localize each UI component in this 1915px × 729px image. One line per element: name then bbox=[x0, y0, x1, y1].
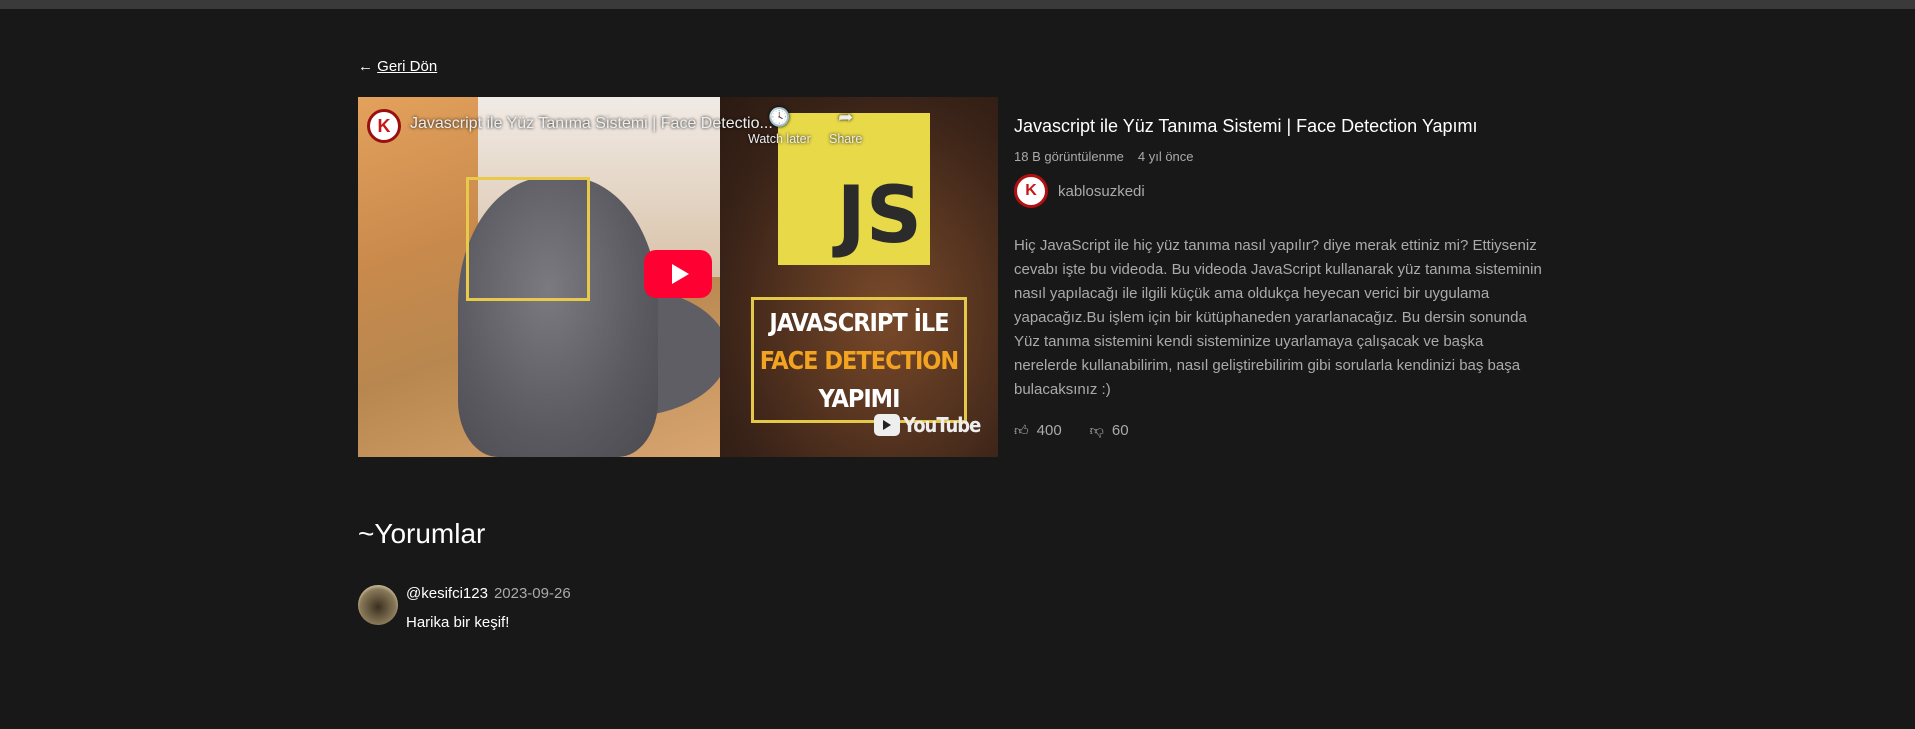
youtube-logo[interactable]: YouTube bbox=[874, 413, 981, 437]
video-meta: 18 B görüntülenme 4 yıl önce bbox=[1014, 149, 1554, 164]
caption-line: JAVASCRIPT İLE bbox=[769, 308, 949, 337]
caption-line: FACE DETECTION bbox=[759, 346, 960, 375]
thumbnail-caption: JAVASCRIPT İLE FACE DETECTION YAPIMI bbox=[751, 297, 967, 423]
browser-top-bar bbox=[0, 0, 1915, 9]
thumbs-up-icon[interactable]: 👍︎ bbox=[1014, 422, 1029, 439]
channel-name: kablosuzkedi bbox=[1058, 182, 1145, 200]
video-description: Hiç JavaScript ile hiç yüz tanıma nasıl … bbox=[1014, 237, 1542, 398]
like-count: 400 bbox=[1036, 422, 1062, 439]
youtube-play-icon bbox=[874, 414, 900, 436]
clock-icon: 🕓 bbox=[768, 107, 791, 127]
comment-item: @kesifci123 2023-09-26 Harika bir keşif! bbox=[358, 585, 571, 631]
player-channel-logo[interactable]: K bbox=[367, 109, 401, 143]
back-link[interactable]: ← Geri Dön bbox=[358, 58, 437, 75]
channel-avatar: K bbox=[1014, 174, 1048, 208]
video-title: Javascript ile Yüz Tanıma Sistemi | Face… bbox=[1014, 116, 1478, 136]
share-icon: ➦ bbox=[838, 107, 854, 127]
arrow-left-icon: ← bbox=[358, 58, 373, 75]
watch-later-button[interactable]: 🕓 Watch later bbox=[748, 107, 811, 146]
share-label: Share bbox=[829, 132, 863, 146]
video-info: Javascript ile Yüz Tanıma Sistemi | Face… bbox=[1014, 116, 1554, 439]
rating-bar: 👍︎ 400 👎︎ 60 bbox=[1014, 422, 1554, 439]
view-count: 18 B görüntülenme bbox=[1014, 149, 1124, 164]
play-button[interactable] bbox=[644, 250, 712, 298]
commenter-avatar bbox=[358, 585, 398, 625]
share-button[interactable]: ➦ Share bbox=[829, 107, 862, 146]
comment-username: @kesifci123 bbox=[406, 585, 488, 602]
comments-heading: ~Yorumlar bbox=[358, 518, 486, 549]
video-player[interactable]: JS JAVASCRIPT İLE FACE DETECTION YAPIMI … bbox=[358, 97, 998, 457]
back-label: Geri Dön bbox=[377, 58, 438, 75]
dislike-count: 60 bbox=[1111, 422, 1129, 439]
upload-age: 4 yıl önce bbox=[1137, 149, 1194, 164]
watch-later-label: Watch later bbox=[748, 132, 811, 146]
face-detection-box bbox=[466, 177, 590, 301]
channel-link[interactable]: K kablosuzkedi bbox=[1014, 174, 1554, 208]
thumbs-down-icon[interactable]: 👎︎ bbox=[1090, 422, 1104, 439]
comment-date: 2023-09-26 bbox=[493, 585, 571, 602]
comment-text: Harika bir keşif! bbox=[406, 614, 510, 631]
youtube-wordmark: YouTube bbox=[903, 413, 981, 437]
player-video-title[interactable]: Javascript ile Yüz Tanıma Sistemi | Face… bbox=[410, 115, 773, 133]
